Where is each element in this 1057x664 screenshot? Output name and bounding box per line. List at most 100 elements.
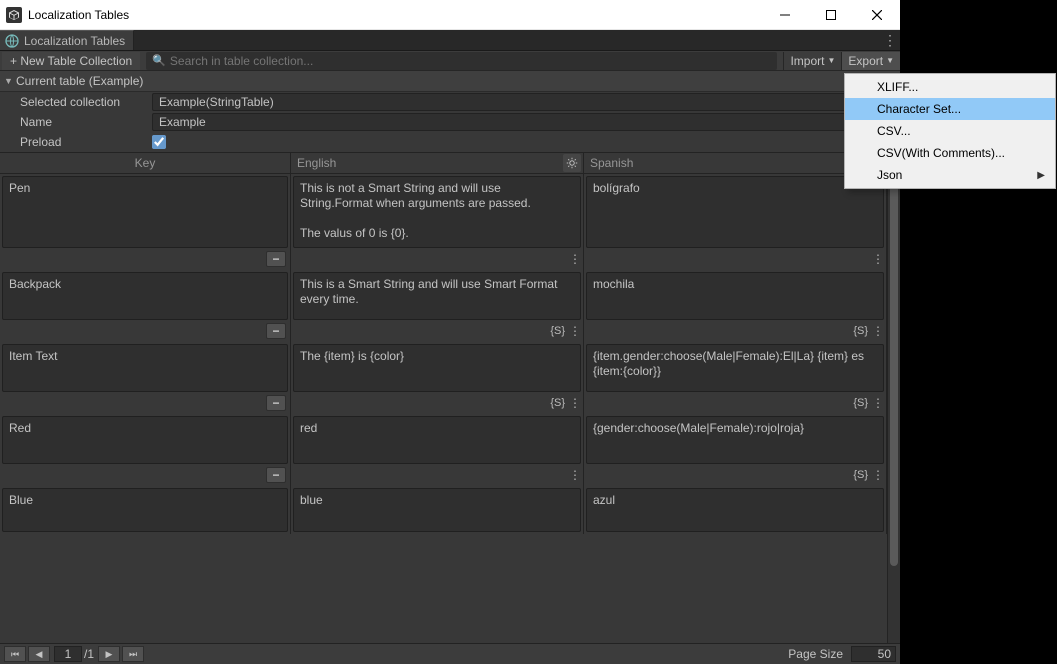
- smart-tag[interactable]: {S}: [550, 397, 565, 409]
- english-cell: This is not a Smart String and will use …: [291, 174, 584, 270]
- english-cell: blue: [291, 486, 584, 534]
- cell-menu-button[interactable]: ⋮: [872, 396, 882, 410]
- spanish-input[interactable]: {item.gender:choose(Male|Female):El|La} …: [586, 344, 884, 392]
- english-input[interactable]: blue: [293, 488, 581, 532]
- tab-bar: Localization Tables ⋮: [0, 30, 900, 51]
- selected-collection-row: Selected collection Example(StringTable): [0, 92, 900, 112]
- table-row: Pen − This is not a Smart String and wil…: [0, 174, 887, 270]
- preload-checkbox[interactable]: [152, 135, 166, 149]
- page-number-input[interactable]: 1: [54, 646, 82, 662]
- vertical-scrollbar[interactable]: [887, 174, 900, 643]
- spanish-input[interactable]: mochila: [586, 272, 884, 320]
- menu-item-label: Character Set...: [877, 102, 961, 116]
- english-input[interactable]: This is a Smart String and will use Smar…: [293, 272, 581, 320]
- last-page-button[interactable]: ⏭: [122, 646, 144, 662]
- pagination-bar: ⏮ ◀ 1 /1 ▶ ⏭ Page Size 50: [0, 643, 900, 664]
- english-under: ⋮: [293, 466, 581, 484]
- export-menu-json[interactable]: Json▶: [845, 164, 1055, 186]
- smart-tag[interactable]: {S}: [853, 325, 868, 337]
- name-value: Example: [159, 115, 206, 129]
- column-header-english-label: English: [297, 156, 336, 170]
- selected-collection-dropdown[interactable]: Example(StringTable): [152, 93, 896, 111]
- key-under: −: [2, 394, 288, 412]
- table-row: Backpack − This is a Smart String and wi…: [0, 270, 887, 342]
- spanish-cell: bolígrafo ⋮: [584, 174, 887, 270]
- key-cell: Red −: [0, 414, 291, 486]
- localization-window: Localization Tables Localization Tables …: [0, 0, 900, 664]
- remove-entry-button[interactable]: −: [266, 395, 286, 411]
- close-button[interactable]: [854, 0, 900, 30]
- next-page-button[interactable]: ▶: [98, 646, 120, 662]
- spanish-under: {S} ⋮: [586, 466, 884, 484]
- cell-menu-button[interactable]: ⋮: [872, 324, 882, 338]
- cell-menu-button[interactable]: ⋮: [569, 468, 579, 482]
- english-under: {S} ⋮: [293, 394, 581, 412]
- key-input[interactable]: Red: [2, 416, 288, 464]
- window-title: Localization Tables: [28, 8, 762, 22]
- key-input[interactable]: Backpack: [2, 272, 288, 320]
- cell-menu-button[interactable]: ⋮: [872, 252, 882, 266]
- remove-entry-button[interactable]: −: [266, 323, 286, 339]
- cell-menu-button[interactable]: ⋮: [872, 468, 882, 482]
- key-cell: Blue: [0, 486, 291, 534]
- spanish-under: {S} ⋮: [586, 394, 884, 412]
- english-cell: This is a Smart String and will use Smar…: [291, 270, 584, 342]
- remove-entry-button[interactable]: −: [266, 467, 286, 483]
- page-size-input[interactable]: 50: [851, 646, 896, 662]
- key-input[interactable]: Item Text: [2, 344, 288, 392]
- column-settings-button[interactable]: [563, 154, 581, 172]
- tab-menu-button[interactable]: ⋮: [880, 30, 900, 50]
- spanish-under: {S} ⋮: [586, 322, 884, 340]
- smart-tag[interactable]: {S}: [550, 325, 565, 337]
- current-table-title: Current table (Example): [16, 74, 143, 88]
- first-page-button[interactable]: ⏮: [4, 646, 26, 662]
- scrollbar-thumb[interactable]: [890, 176, 898, 566]
- toolbar: + New Table Collection 🔍 Import▼ Export▼: [0, 51, 900, 71]
- spanish-cell: azul: [584, 486, 887, 534]
- key-under: −: [2, 466, 288, 484]
- submenu-arrow-icon: ▶: [1037, 170, 1045, 181]
- spanish-input[interactable]: bolígrafo: [586, 176, 884, 248]
- prev-page-button[interactable]: ◀: [28, 646, 50, 662]
- search-input[interactable]: [170, 54, 772, 68]
- english-input[interactable]: This is not a Smart String and will use …: [293, 176, 581, 248]
- table-row: Blue blue azul: [0, 486, 887, 534]
- english-input[interactable]: The {item} is {color}: [293, 344, 581, 392]
- new-table-collection-button[interactable]: + New Table Collection: [2, 52, 140, 70]
- maximize-button[interactable]: [808, 0, 854, 30]
- name-row: Name Example: [0, 112, 900, 132]
- export-menu-xliff[interactable]: XLIFF...: [845, 76, 1055, 98]
- foldout-arrow-icon: ▼: [4, 76, 16, 86]
- menu-item-label: CSV(With Comments)...: [877, 146, 1005, 160]
- column-header-key[interactable]: Key: [0, 153, 291, 173]
- key-input[interactable]: Pen: [2, 176, 288, 248]
- english-input[interactable]: red: [293, 416, 581, 464]
- spanish-cell: mochila {S} ⋮: [584, 270, 887, 342]
- export-menu-csv-comments[interactable]: CSV(With Comments)...: [845, 142, 1055, 164]
- selected-collection-value: Example(StringTable): [159, 95, 274, 109]
- name-input[interactable]: Example: [152, 113, 896, 131]
- spanish-input[interactable]: {gender:choose(Male|Female):rojo|roja}: [586, 416, 884, 464]
- export-dropdown[interactable]: Export▼: [841, 52, 900, 70]
- spanish-input[interactable]: azul: [586, 488, 884, 532]
- caret-down-icon: ▼: [886, 56, 894, 65]
- spanish-under: ⋮: [586, 250, 884, 268]
- table-row: Item Text − The {item} is {color} {S} ⋮ {…: [0, 342, 887, 414]
- current-table-header[interactable]: ▼ Current table (Example): [0, 71, 900, 92]
- import-dropdown[interactable]: Import▼: [783, 52, 841, 70]
- remove-entry-button[interactable]: −: [266, 251, 286, 267]
- search-box[interactable]: 🔍: [146, 52, 777, 70]
- export-menu-character-set[interactable]: Character Set...: [845, 98, 1055, 120]
- tab-localization-tables[interactable]: Localization Tables: [0, 30, 134, 50]
- cell-menu-button[interactable]: ⋮: [569, 252, 579, 266]
- cell-menu-button[interactable]: ⋮: [569, 324, 579, 338]
- column-header-english[interactable]: English: [291, 153, 584, 173]
- key-input[interactable]: Blue: [2, 488, 288, 532]
- export-menu-csv[interactable]: CSV...: [845, 120, 1055, 142]
- spanish-cell: {gender:choose(Male|Female):rojo|roja} {…: [584, 414, 887, 486]
- cell-menu-button[interactable]: ⋮: [569, 396, 579, 410]
- minimize-button[interactable]: [762, 0, 808, 30]
- smart-tag[interactable]: {S}: [853, 397, 868, 409]
- page-size-label: Page Size: [788, 647, 843, 661]
- smart-tag[interactable]: {S}: [853, 469, 868, 481]
